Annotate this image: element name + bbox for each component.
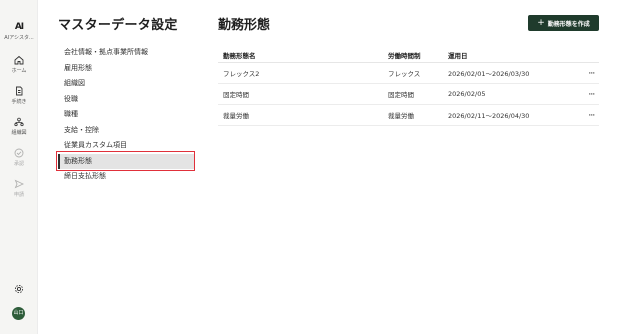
create-work-pattern-button[interactable]: + 勤務形態を作成 [528,15,599,31]
org-chart-icon [14,117,24,127]
menu-item-org-chart[interactable]: 組織図 [58,76,194,92]
column-header-name: 勤務形態名 [223,51,256,60]
cell-system: フレックス [388,70,421,78]
selection-highlight-box [56,151,195,171]
home-icon [14,55,24,65]
menu-item-company-info[interactable]: 会社情報・拠点事業所情報 [58,45,194,61]
rail-item-label: 手続き [11,99,27,105]
settings-button[interactable] [0,284,38,294]
table-row[interactable]: 固定時間 固定時間 2026/02/05 ··· [218,84,599,105]
menu-title: マスターデータ設定 [58,18,178,33]
rail-item-request[interactable]: 申請 [0,179,38,198]
column-header-period: 運用日 [448,51,468,60]
cell-name: 裁量労働 [223,112,249,120]
menu-item-closing-payment[interactable]: 締日支払形態 [58,169,194,185]
cell-name: 固定時間 [223,91,249,99]
more-options-icon[interactable]: ··· [584,111,599,119]
rail-item-home[interactable]: ホーム [0,55,38,74]
menu-item-position[interactable]: 役職 [58,92,194,108]
cell-period: 2026/02/01〜2026/03/30 [448,70,530,78]
send-icon [14,179,24,189]
cell-name: フレックス2 [223,70,260,78]
ai-assistant-button[interactable]: AI AIアシスタ... [0,22,38,41]
table-row[interactable]: 裁量労働 裁量労働 2026/02/11〜2026/04/30 ··· [218,105,599,126]
rail-item-org-chart[interactable]: 組織図 [0,117,38,136]
more-options-icon[interactable]: ··· [584,90,599,98]
rail-item-procedures[interactable]: 手続き [0,86,38,105]
table-header: 勤務形態名 労働時間制 運用日 [218,47,599,63]
rail-item-label: ホーム [11,68,27,74]
ai-assistant-label: AIアシスタ... [4,35,34,41]
create-button-label: 勤務形態を作成 [547,20,590,28]
work-pattern-table: 勤務形態名 労働時間制 運用日 フレックス2 フレックス 2026/02/01〜… [218,47,599,126]
avatar[interactable]: 山口 [12,307,25,320]
plus-icon: + [537,17,545,28]
rail-item-label: 申請 [13,192,24,198]
check-circle-icon [14,148,24,158]
menu-item-pay-deduction[interactable]: 支給・控除 [58,123,194,139]
cell-system: 裁量労働 [388,112,414,120]
cell-period: 2026/02/11〜2026/04/30 [448,112,530,120]
document-icon [16,86,23,96]
page-title: 勤務形態 [218,18,271,33]
menu-item-employment-type[interactable]: 雇用形態 [58,61,194,77]
menu-item-job-type[interactable]: 職種 [58,107,194,123]
table-row[interactable]: フレックス2 フレックス 2026/02/01〜2026/03/30 ··· [218,63,599,84]
cell-period: 2026/02/05 [448,90,486,98]
ai-logo-icon: AI [14,22,24,32]
more-options-icon[interactable]: ··· [584,69,599,77]
rail-item-approval[interactable]: 承認 [0,148,38,167]
app-rail: AI AIアシスタ... ホーム 手続き 組織図 承認 申請 山口 [0,0,38,334]
column-header-system: 労働時間制 [388,51,421,60]
gear-icon [14,284,24,294]
cell-system: 固定時間 [388,91,414,99]
rail-item-label: 承認 [13,161,24,167]
rail-item-label: 組織図 [11,130,27,136]
